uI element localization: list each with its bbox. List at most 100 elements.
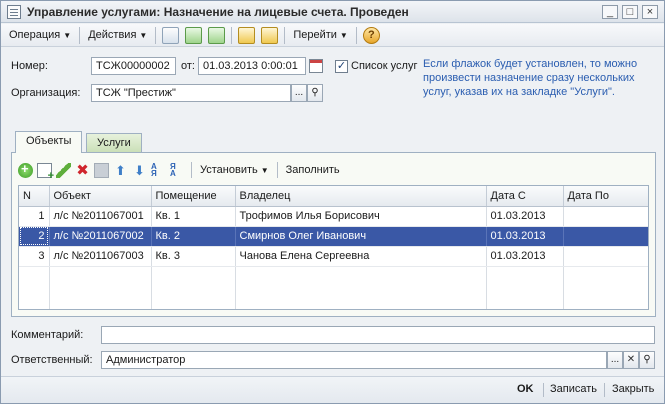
toolbar-separator [231,26,233,44]
column-header-date-to[interactable]: Дата По [563,186,648,207]
chevron-down-icon: ▼ [139,31,148,40]
column-header-owner[interactable]: Владелец [235,186,487,207]
column-header-room[interactable]: Помещение [151,186,236,207]
comment-field[interactable] [101,326,655,344]
cell-object[interactable]: л/с №2011067002 [49,226,152,247]
empty-cell [486,266,564,309]
delete-row-icon[interactable]: ✖ [75,163,90,178]
save-button[interactable]: Записать [550,383,597,395]
services-list-label[interactable]: Список услуг [351,60,417,72]
doc-post-icon[interactable] [162,26,180,44]
responsible-select-button[interactable]: ... [607,351,623,369]
responsible-field[interactable]: Администратор [101,351,607,369]
operation-menu[interactable]: Операция ▼ [7,27,73,43]
services-list-checkbox[interactable]: ✓ [335,60,348,73]
cell-owner[interactable]: Смирнов Олег Иванович [235,226,487,247]
cell-n[interactable]: 3 [19,246,50,267]
clear-icon[interactable]: ✕ [623,351,639,369]
table-row-selected[interactable]: 2 л/с №2011067002 Кв. 2 Смирнов Олег Ива… [19,226,648,247]
empty-cell [49,266,152,309]
add-row-icon[interactable] [18,161,33,178]
hint-line: произвести назначение сразу нескольких [423,72,635,84]
save-row-icon[interactable] [94,162,109,178]
move-up-icon[interactable]: ⬆ [113,163,128,178]
comment-label: Комментарий: [11,329,84,341]
ok-button[interactable]: OK [517,383,534,395]
document-window: Управление услугами: Назначение на лицев… [0,0,665,404]
tab-objects[interactable]: Объекты [15,131,83,153]
organization-field[interactable]: ТСЖ "Престиж" [91,84,291,102]
help-icon[interactable]: ? [362,26,380,44]
toolbar-separator [155,26,157,44]
minimize-button[interactable]: _ [602,5,618,19]
actions-menu-label: Действия [88,29,137,41]
cell-object[interactable]: л/с №2011067003 [49,246,152,267]
search-icon[interactable]: ⚲ [307,84,323,102]
search-icon[interactable]: ⚲ [639,351,655,369]
cell-n[interactable]: 1 [19,206,50,227]
objects-tab-panel: ✖ ⬆ ⬇ АЯ ЯА Установить▼ Заполнить N [11,152,656,317]
close-window-button[interactable]: × [642,5,658,19]
copy-row-icon[interactable] [37,162,54,182]
cell-room[interactable]: Кв. 1 [151,206,236,227]
button-separator [543,383,544,397]
cell-n[interactable]: 2 [19,226,50,247]
chevron-down-icon: ▼ [260,166,269,175]
table-row[interactable]: 1 л/с №2011067001 Кв. 1 Трофимов Илья Бо… [19,206,648,227]
toolbar-separator [191,162,192,178]
cell-date-from[interactable]: 01.03.2013 [486,226,564,247]
responsible-label: Ответственный: [11,354,93,366]
set-menu-label: Установить [200,164,258,176]
cell-room[interactable]: Кв. 2 [151,226,236,247]
cell-owner[interactable]: Трофимов Илья Борисович [235,206,487,227]
column-header-date-from[interactable]: Дата С [486,186,564,207]
empty-cell [563,266,648,309]
cell-date-to[interactable] [563,206,648,227]
chevron-down-icon: ▼ [63,31,72,40]
cell-date-to[interactable] [563,226,648,247]
date-label: от: [181,60,195,72]
number-label: Номер: [11,60,48,72]
cell-date-to[interactable] [563,246,648,267]
title-bar: Управление услугами: Назначение на лицев… [1,1,664,23]
button-separator [604,383,605,397]
number-field[interactable]: ТСЖ00000002 [91,57,176,75]
edit-row-icon[interactable] [56,162,71,178]
set-menu[interactable]: Установить ▼ [198,164,271,176]
maximize-button[interactable]: □ [622,5,638,19]
table-empty-area[interactable] [19,266,648,309]
actions-menu[interactable]: Действия ▼ [86,27,149,43]
objects-table: N Объект Помещение Владелец Дата С Дата … [18,185,649,310]
move-doc-icon[interactable] [238,26,256,44]
fill-button[interactable]: Заполнить [284,164,342,176]
form-buttons-bar: OK Записать Закрыть [1,376,664,403]
add-doc-icon[interactable] [208,26,226,44]
refresh-icon[interactable] [185,26,203,44]
goto-menu-label: Перейти [293,29,337,41]
operation-menu-label: Операция [9,29,61,41]
empty-cell [19,266,50,309]
tab-services[interactable]: Услуги [86,133,142,153]
table-header-row: N Объект Помещение Владелец Дата С Дата … [19,186,648,207]
toolbar-separator [284,26,286,44]
doc-structure-icon[interactable] [261,26,279,44]
organization-label: Организация: [11,87,81,99]
table-row[interactable]: 3 л/с №2011067003 Кв. 3 Чанова Елена Сер… [19,246,648,267]
sort-descending-icon[interactable]: ЯА [170,162,185,178]
sort-ascending-icon[interactable]: АЯ [151,162,166,178]
calendar-icon[interactable] [309,59,323,73]
move-down-icon[interactable]: ⬇ [132,163,147,178]
date-field[interactable]: 01.03.2013 0:00:01 [198,57,306,75]
column-header-n[interactable]: N [19,186,50,207]
window-controls: _ □ × [602,5,658,19]
cell-object[interactable]: л/с №2011067001 [49,206,152,227]
organization-select-button[interactable]: ... [291,84,307,102]
toolbar-separator [276,162,278,178]
close-button[interactable]: Закрыть [612,383,654,395]
cell-date-from[interactable]: 01.03.2013 [486,246,564,267]
column-header-object[interactable]: Объект [49,186,152,207]
goto-menu[interactable]: Перейти ▼ [291,27,350,43]
cell-room[interactable]: Кв. 3 [151,246,236,267]
cell-date-from[interactable]: 01.03.2013 [486,206,564,227]
cell-owner[interactable]: Чанова Елена Сергеевна [235,246,487,267]
